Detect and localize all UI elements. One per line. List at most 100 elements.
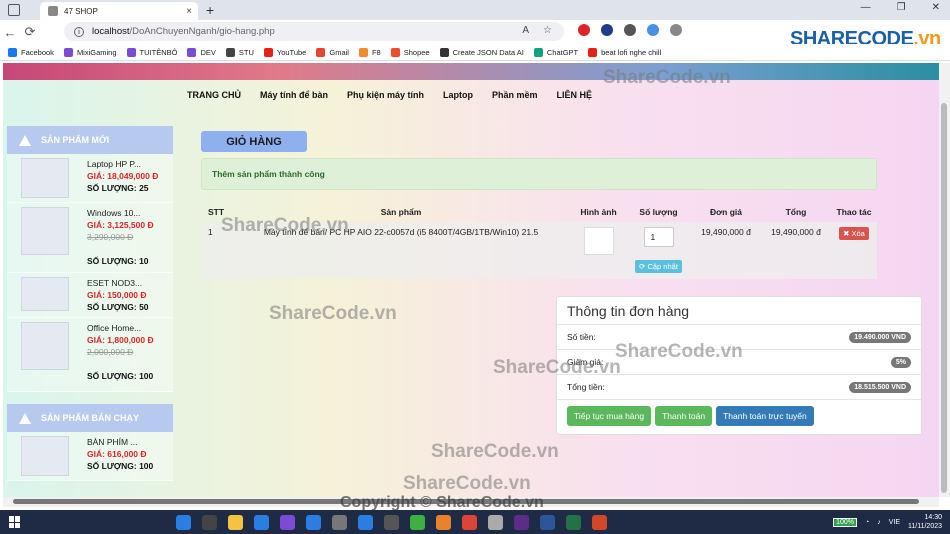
volume-icon[interactable]: ♪ bbox=[877, 519, 881, 526]
update-button[interactable]: ⟳ Cập nhật bbox=[635, 260, 682, 273]
excel-icon[interactable] bbox=[566, 514, 581, 530]
bookmark[interactable]: TUITÊNBÔ bbox=[126, 47, 177, 57]
nav-item-accessories[interactable]: Phụ kiện máy tính bbox=[347, 90, 424, 100]
product-image[interactable] bbox=[21, 436, 69, 476]
nav-item-desktop[interactable]: Máy tính để bàn bbox=[260, 90, 328, 100]
product-item[interactable]: Office Home... GIÁ: 1,800,000 Đ 2,000,00… bbox=[7, 318, 173, 392]
network-icon[interactable]: ◔ bbox=[865, 519, 869, 526]
discount-badge: 5% bbox=[890, 356, 911, 368]
address-toolbar: ← ⟳ i localhost/DoAnChuyenNganh/gio-hang… bbox=[0, 20, 950, 50]
clock[interactable]: 14:30 11/11/2023 bbox=[908, 513, 942, 531]
product-name[interactable]: ESET NOD3... bbox=[87, 277, 149, 289]
bookmarks-bar: Facebook MixiGaming TUITÊNBÔ DEV STU You… bbox=[0, 44, 950, 61]
vertical-scrollbar[interactable] bbox=[939, 63, 950, 497]
extension-icon[interactable] bbox=[601, 24, 613, 36]
chrome-icon[interactable] bbox=[462, 514, 477, 530]
minimize-icon[interactable]: — bbox=[861, 2, 871, 13]
product-name[interactable]: Laptop HP P... bbox=[87, 158, 158, 170]
reload-icon[interactable]: ⟳ bbox=[20, 24, 40, 40]
extension-icon[interactable] bbox=[624, 24, 636, 36]
product-item[interactable]: Laptop HP P... GIÁ: 18,049,000 Đ SỐ LƯỢN… bbox=[7, 154, 173, 203]
continue-shopping-button[interactable]: Tiếp tục mua hàng bbox=[567, 406, 652, 426]
product-name[interactable]: Windows 10... bbox=[87, 207, 154, 219]
taskbar: 100% ◔ ♪ VIE 14:30 11/11/2023 bbox=[0, 510, 950, 534]
favorite-star-icon[interactable]: ☆ bbox=[543, 25, 552, 36]
nav-item-contact[interactable]: LIÊN HỆ bbox=[557, 90, 593, 100]
site-info-icon[interactable]: i bbox=[74, 26, 84, 37]
bookmark[interactable]: F8 bbox=[358, 47, 381, 57]
product-name[interactable]: BÀN PHÍM ... bbox=[87, 436, 153, 448]
language-indicator[interactable]: VIE bbox=[889, 519, 900, 526]
col-unit-price: Đơn giá bbox=[709, 207, 743, 217]
app-icon[interactable] bbox=[514, 514, 529, 530]
battery-indicator[interactable]: 100% bbox=[833, 517, 857, 527]
order-row: Giảm giá: 5% bbox=[557, 350, 921, 375]
product-item[interactable]: Windows 10... GIÁ: 3,125,500 Đ 3,290,000… bbox=[7, 203, 173, 273]
product-image[interactable] bbox=[21, 277, 69, 311]
product-price: GIÁ: 1,800,000 Đ bbox=[87, 335, 154, 345]
bookmark[interactable]: MixiGaming bbox=[63, 47, 117, 57]
bookmark[interactable]: Gmail bbox=[316, 47, 349, 57]
close-window-icon[interactable]: ✕ bbox=[932, 2, 940, 13]
app-icon[interactable] bbox=[332, 514, 347, 530]
nav-item-home[interactable]: TRANG CHỦ bbox=[187, 90, 241, 100]
product-name[interactable]: Office Home... bbox=[87, 322, 154, 334]
delete-button[interactable]: ✖ Xóa bbox=[839, 227, 869, 240]
bookmark[interactable]: Create JSON Data AI bbox=[439, 47, 524, 57]
visual-studio-icon[interactable] bbox=[280, 514, 295, 530]
sidebar: SẢN PHẨM MỚI Laptop HP P... GIÁ: 18,049,… bbox=[7, 126, 173, 481]
read-aloud-icon[interactable]: A bbox=[522, 25, 529, 36]
bookmark[interactable]: beat lofi nghe chill bbox=[588, 47, 661, 57]
header-banner bbox=[3, 63, 939, 80]
new-tab-icon[interactable]: + bbox=[206, 2, 214, 18]
bookmark[interactable]: Shopee bbox=[390, 47, 430, 57]
best-products-list: BÀN PHÍM ... GIÁ: 616,000 Đ SỐ LƯỢNG: 10… bbox=[7, 432, 173, 481]
nav-item-software[interactable]: Phần mềm bbox=[492, 90, 538, 100]
cart-title: GIỎ HÀNG bbox=[201, 131, 307, 152]
vscode-icon[interactable] bbox=[254, 514, 269, 530]
app-icon[interactable] bbox=[410, 514, 425, 530]
app-icon[interactable] bbox=[488, 514, 503, 530]
extensions bbox=[578, 24, 682, 36]
taskbar-apps bbox=[176, 514, 607, 530]
bookmark[interactable]: ChatGPT bbox=[533, 47, 578, 57]
product-image[interactable] bbox=[21, 158, 69, 198]
url-bar[interactable]: i localhost/DoAnChuyenNganh/gio-hang.php… bbox=[64, 22, 564, 41]
product-item[interactable]: ESET NOD3... GIÁ: 150,000 Đ SỐ LƯỢNG: 50 bbox=[7, 273, 173, 318]
extension-icon[interactable] bbox=[578, 24, 590, 36]
github-icon[interactable] bbox=[202, 514, 217, 530]
product-item[interactable]: BÀN PHÍM ... GIÁ: 616,000 Đ SỐ LƯỢNG: 10… bbox=[7, 432, 173, 481]
checkout-button[interactable]: Thanh toán bbox=[655, 406, 713, 426]
product-image[interactable] bbox=[21, 322, 69, 370]
table-header: STT Sản phẩm Hình ảnh Số lượng Đơn giá T… bbox=[201, 202, 877, 222]
bookmark[interactable]: YouTube bbox=[263, 47, 306, 57]
xampp-icon[interactable] bbox=[436, 514, 451, 530]
extension-icon[interactable] bbox=[670, 24, 682, 36]
nav-item-laptop[interactable]: Laptop bbox=[443, 90, 473, 100]
bookmark[interactable]: STU bbox=[225, 47, 254, 57]
product-price: GIÁ: 18,049,000 Đ bbox=[87, 171, 159, 181]
app-icon[interactable] bbox=[306, 514, 321, 530]
word-icon[interactable] bbox=[540, 514, 555, 530]
horizontal-scrollbar[interactable] bbox=[3, 497, 939, 507]
powerpoint-icon[interactable] bbox=[592, 514, 607, 530]
zalo-icon[interactable] bbox=[358, 514, 373, 530]
bookmark[interactable]: DEV bbox=[187, 47, 216, 57]
windows-start-icon[interactable] bbox=[9, 516, 21, 528]
online-payment-button[interactable]: Thanh toán trực tuyến bbox=[716, 406, 814, 426]
browser-tab[interactable]: 47 SHOP × bbox=[40, 2, 198, 20]
maximize-icon[interactable]: ❐ bbox=[897, 2, 906, 13]
edge-icon[interactable] bbox=[176, 514, 191, 530]
web-page: TRANG CHỦ Máy tính để bàn Phụ kiện máy t… bbox=[3, 63, 939, 497]
back-icon[interactable]: ← bbox=[0, 25, 20, 40]
extension-icon[interactable] bbox=[647, 24, 659, 36]
row-product-image bbox=[583, 227, 614, 255]
quantity-input[interactable]: 1 bbox=[643, 227, 674, 247]
product-image[interactable] bbox=[21, 207, 69, 255]
tab-actions-icon[interactable] bbox=[8, 4, 20, 16]
table-row: 1 Máy tính để bàn/ PC HP AIO 22-c0057d (… bbox=[201, 222, 877, 279]
app-icon[interactable] bbox=[384, 514, 399, 530]
folder-icon[interactable] bbox=[228, 514, 243, 530]
bookmark[interactable]: Facebook bbox=[8, 47, 54, 57]
close-tab-icon[interactable]: × bbox=[186, 6, 192, 17]
